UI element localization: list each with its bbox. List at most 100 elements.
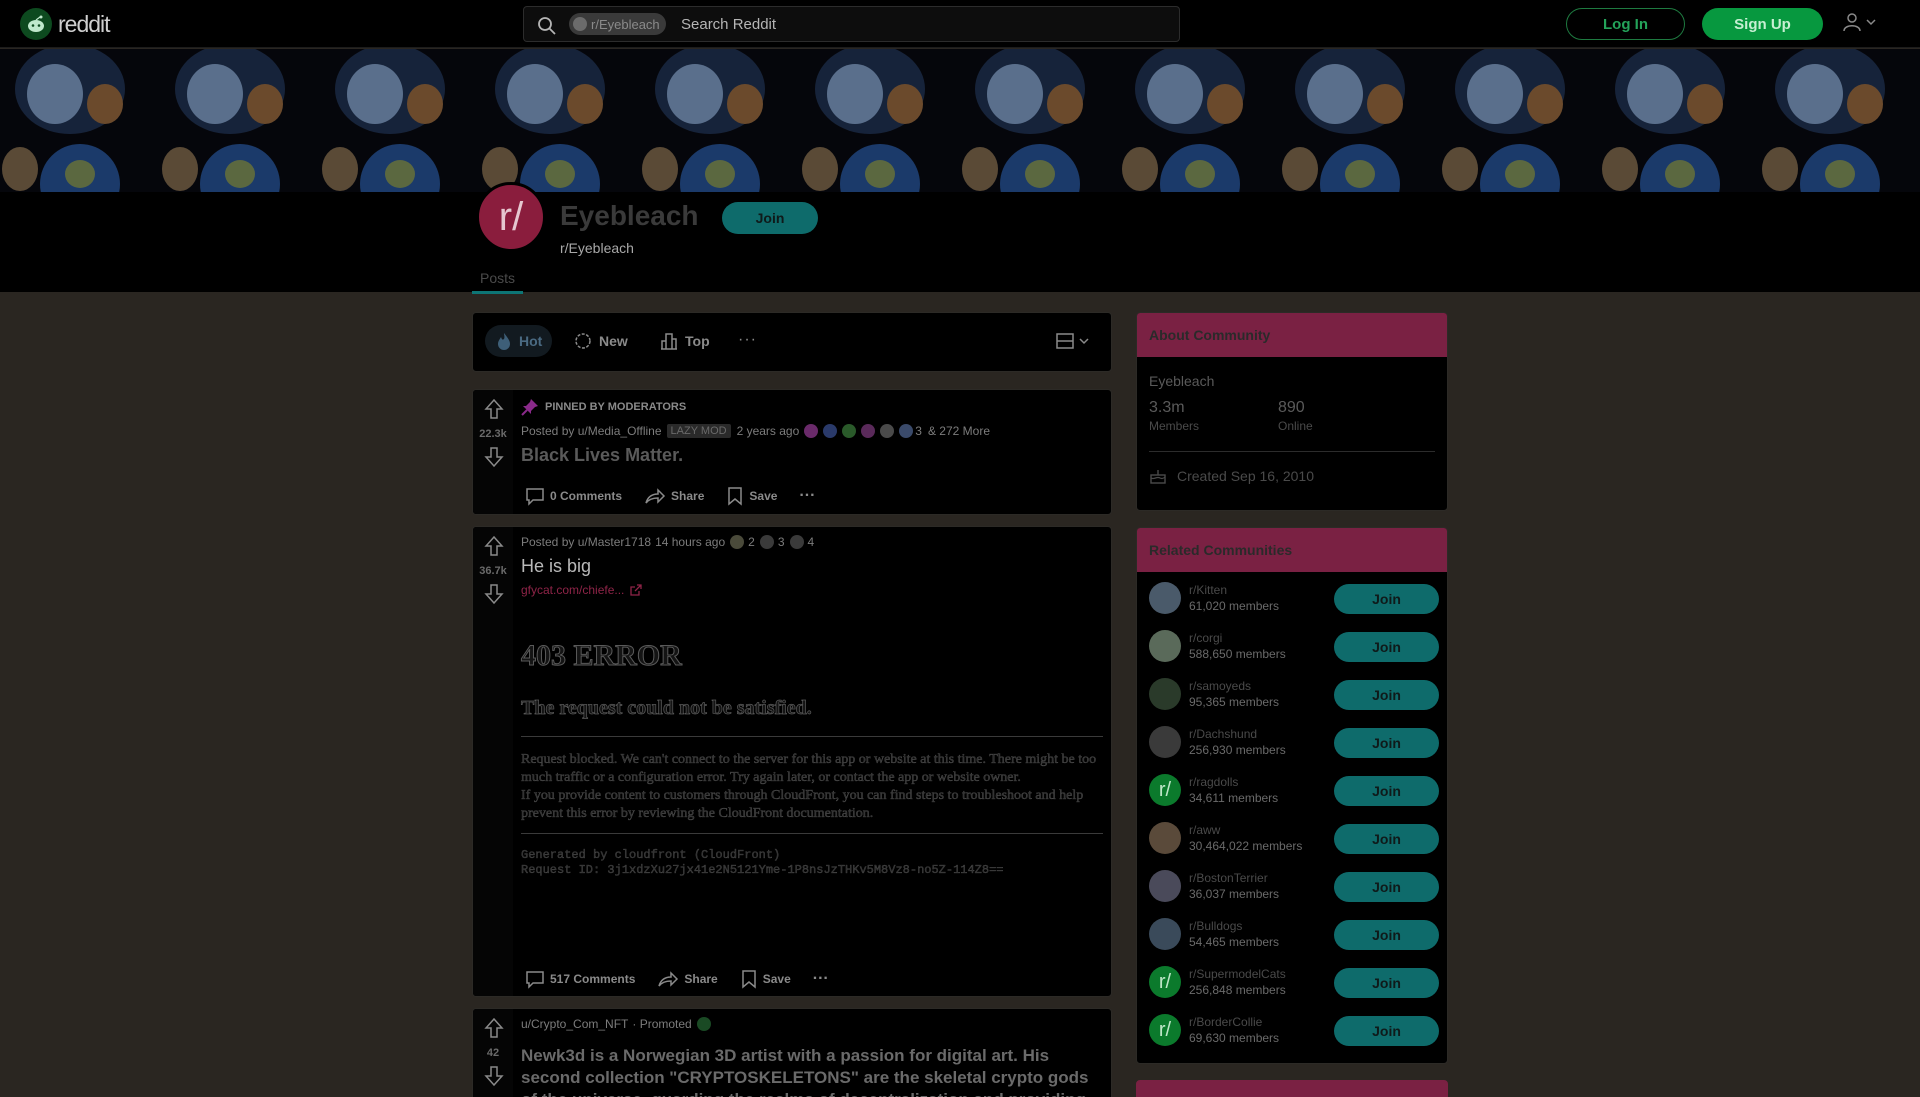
embed-error-subheading: The request could not be satisfied. xyxy=(521,697,812,720)
related-community-members: 54,465 members xyxy=(1189,935,1280,949)
user-menu-dropdown[interactable] xyxy=(1842,12,1878,32)
save-button[interactable]: Save xyxy=(722,482,781,510)
upvote-icon[interactable] xyxy=(484,1017,504,1039)
downvote-icon[interactable] xyxy=(484,583,504,605)
upvote-icon[interactable] xyxy=(484,535,504,557)
related-community-name[interactable]: r/BorderCollie xyxy=(1189,1015,1262,1029)
pinned-text: PINNED BY MODERATORS xyxy=(545,401,687,413)
post-more-button[interactable]: ··· xyxy=(795,483,819,509)
join-related-community-button[interactable]: Join xyxy=(1334,680,1439,710)
comment-icon xyxy=(526,488,544,506)
related-community-members: 256,930 members xyxy=(1189,743,1286,757)
related-community-name[interactable]: r/ragdolls xyxy=(1189,775,1238,789)
signup-button[interactable]: Sign Up xyxy=(1702,8,1823,40)
post-time[interactable]: 14 hours ago xyxy=(655,535,725,549)
sort-more-button[interactable]: ··· xyxy=(738,331,757,349)
top-chart-icon xyxy=(661,333,677,350)
share-button[interactable]: Share xyxy=(653,965,721,993)
join-related-community-button[interactable]: Join xyxy=(1334,872,1439,902)
share-button[interactable]: Share xyxy=(640,482,708,510)
embed-error-generated: Generated by cloudfront (CloudFront) xyxy=(521,848,781,862)
related-community-row[interactable]: r/Dachshund 256,930 members Join xyxy=(1149,720,1439,764)
related-community-members: 588,650 members xyxy=(1189,647,1286,661)
sort-new-button[interactable]: New xyxy=(573,325,628,357)
related-community-members: 36,037 members xyxy=(1189,887,1280,901)
related-community-name[interactable]: r/Bulldogs xyxy=(1189,919,1242,933)
join-related-community-button[interactable]: Join xyxy=(1334,1016,1439,1046)
related-community-row[interactable]: r/r/ragdolls 34,611 members Join xyxy=(1149,768,1439,812)
post-author[interactable]: Posted by u/Master1718 xyxy=(521,535,651,549)
post-more-button[interactable]: ··· xyxy=(809,966,833,992)
post-title[interactable]: Newk3d is a Norwegian 3D artist with a p… xyxy=(521,1045,1103,1097)
share-icon xyxy=(658,971,679,987)
save-label: Save xyxy=(762,972,791,986)
online-stat: 890 Online xyxy=(1278,399,1313,433)
related-community-name[interactable]: r/samoyeds xyxy=(1189,679,1251,693)
about-divider xyxy=(1149,451,1435,452)
related-community-name[interactable]: r/Kitten xyxy=(1189,583,1227,597)
post-time[interactable]: 2 years ago xyxy=(737,424,800,438)
tab-posts[interactable]: Posts xyxy=(472,270,523,294)
external-link-icon xyxy=(630,584,643,596)
created-date: Created Sep 16, 2010 xyxy=(1149,467,1314,485)
downvote-icon[interactable] xyxy=(484,446,504,468)
related-community-name[interactable]: r/corgi xyxy=(1189,631,1222,645)
view-layout-toggle[interactable] xyxy=(1055,331,1091,351)
search-subreddit-chip[interactable]: r/Eyebleach xyxy=(569,13,666,35)
comments-label: 0 Comments xyxy=(550,489,623,503)
related-community-row[interactable]: r/corgi 588,650 members Join xyxy=(1149,624,1439,668)
embed-divider xyxy=(521,833,1103,834)
members-label: Members xyxy=(1149,419,1200,433)
online-count: 890 xyxy=(1278,399,1305,416)
related-community-row[interactable]: r/Bulldogs 54,465 members Join xyxy=(1149,912,1439,956)
related-community-name[interactable]: r/SupermodelCats xyxy=(1189,967,1286,981)
post-title[interactable]: Black Lives Matter. xyxy=(521,444,1103,466)
comments-button[interactable]: 0 Comments xyxy=(521,482,626,510)
save-button[interactable]: Save xyxy=(736,965,795,993)
downvote-icon[interactable] xyxy=(484,1065,504,1087)
related-community-row[interactable]: r/r/BorderCollie 69,630 members Join xyxy=(1149,1008,1439,1052)
related-community-name[interactable]: r/aww xyxy=(1189,823,1220,837)
related-community-row[interactable]: r/BostonTerrier 36,037 members Join xyxy=(1149,864,1439,908)
related-community-name[interactable]: r/BostonTerrier xyxy=(1189,871,1268,885)
more-awards-link[interactable]: & 272 More xyxy=(928,424,990,438)
award-icon xyxy=(789,535,804,549)
post-actions: 0 Comments Share Save ··· xyxy=(521,482,833,510)
post-card-pinned[interactable]: 22.3k PINNED BY MODERATORS Posted by u/M… xyxy=(472,389,1112,515)
bookmark-icon xyxy=(728,487,743,506)
join-related-community-button[interactable]: Join xyxy=(1334,632,1439,662)
login-button[interactable]: Log In xyxy=(1566,8,1685,40)
post-title[interactable]: He is big xyxy=(521,555,1103,577)
vote-column: 36.7k xyxy=(473,527,513,996)
related-community-row[interactable]: r/samoyeds 95,365 members Join xyxy=(1149,672,1439,716)
join-related-community-button[interactable]: Join xyxy=(1334,824,1439,854)
comments-button[interactable]: 517 Comments xyxy=(521,965,639,993)
join-related-community-button[interactable]: Join xyxy=(1334,920,1439,950)
post-external-link[interactable]: gfycat.com/chiefe... xyxy=(521,583,1103,597)
related-community-row[interactable]: r/Kitten 61,020 members Join xyxy=(1149,576,1439,620)
save-label: Save xyxy=(749,489,778,503)
community-avatar xyxy=(1149,630,1181,662)
join-community-button[interactable]: Join xyxy=(722,202,818,234)
join-related-community-button[interactable]: Join xyxy=(1334,968,1439,998)
related-community-row[interactable]: r/r/SupermodelCats 256,848 members Join xyxy=(1149,960,1439,1004)
award-count: 3 xyxy=(777,535,785,549)
cake-icon xyxy=(1150,470,1166,484)
post-meta: Posted by u/Master1718 14 hours ago 2 3 … xyxy=(521,535,1103,549)
post-card[interactable]: 36.7k Posted by u/Master1718 14 hours ag… xyxy=(472,526,1112,997)
upvote-icon[interactable] xyxy=(484,398,504,420)
join-related-community-button[interactable]: Join xyxy=(1334,728,1439,758)
about-community-widget: About Community Eyebleach 3.3m Members 8… xyxy=(1136,312,1448,511)
promoted-author[interactable]: u/Crypto_Com_NFT xyxy=(521,1017,628,1031)
related-community-name[interactable]: r/Dachshund xyxy=(1189,727,1257,741)
post-author[interactable]: Posted by u/Media_Offline xyxy=(521,424,662,438)
join-related-community-button[interactable]: Join xyxy=(1334,776,1439,806)
sort-top-button[interactable]: Top xyxy=(659,325,710,357)
join-related-community-button[interactable]: Join xyxy=(1334,584,1439,614)
reddit-logo[interactable]: reddit xyxy=(20,8,111,40)
sort-hot-button[interactable]: Hot xyxy=(485,325,553,357)
promoted-post-card[interactable]: 42 u/Crypto_Com_NFT · Promoted Newk3d is… xyxy=(472,1008,1112,1097)
search-bar[interactable]: r/Eyebleach xyxy=(523,6,1180,42)
search-input[interactable] xyxy=(681,13,1161,35)
related-community-row[interactable]: r/aww 30,464,022 members Join xyxy=(1149,816,1439,860)
